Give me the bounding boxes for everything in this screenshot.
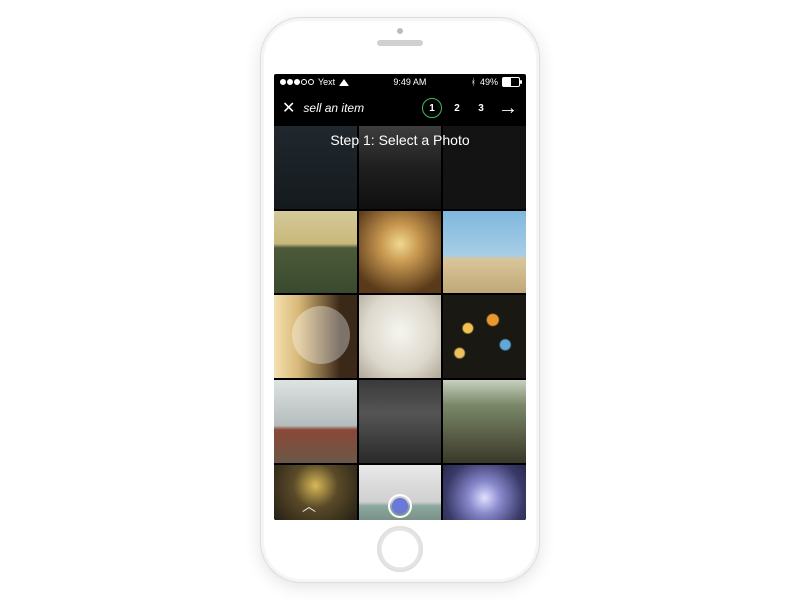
status-bar: Yext 9:49 AM ᚼ 49% [274,74,526,90]
battery-icon [502,77,520,87]
header-title: sell an item [303,101,364,115]
shutter-button[interactable] [388,494,412,518]
step-3: 3 [472,99,490,117]
photo-thumb[interactable] [359,380,442,463]
battery-pct: 49% [480,77,498,87]
bluetooth-icon: ᚼ [471,77,476,87]
photo-thumb[interactable] [359,126,442,209]
photo-grid-container[interactable]: ︿ [274,126,526,520]
photo-thumb[interactable] [359,211,442,294]
photo-thumb[interactable] [274,380,357,463]
speaker-slot [377,40,423,46]
step-2: 2 [448,99,466,117]
wifi-icon [339,79,349,86]
phone-frame: Yext 9:49 AM ᚼ 49% ✕ sell an item 1 2 3 [261,18,539,582]
photo-thumb[interactable] [443,380,526,463]
screen: Yext 9:49 AM ᚼ 49% ✕ sell an item 1 2 3 [274,74,526,520]
photo-thumb[interactable] [274,295,357,378]
front-camera [397,28,403,34]
photo-thumb[interactable] [274,126,357,209]
camera-controls: ︿ [274,494,526,518]
signal-dots-icon [280,79,314,85]
step-indicator: 1 2 3 [422,98,490,118]
next-arrow-icon[interactable]: → [498,98,518,118]
photo-grid [274,126,526,520]
carrier-label: Yext [318,77,335,87]
home-button[interactable] [377,526,423,572]
clock: 9:49 AM [393,77,426,87]
photo-thumb[interactable] [359,295,442,378]
app-header: ✕ sell an item 1 2 3 → [274,90,526,126]
close-icon[interactable]: ✕ [282,98,295,118]
photo-thumb[interactable] [443,211,526,294]
step-1: 1 [422,98,442,118]
photo-thumb[interactable] [443,295,526,378]
photo-thumb[interactable] [443,126,526,209]
chevron-up-icon[interactable]: ︿ [302,496,316,516]
photo-thumb[interactable] [274,211,357,294]
